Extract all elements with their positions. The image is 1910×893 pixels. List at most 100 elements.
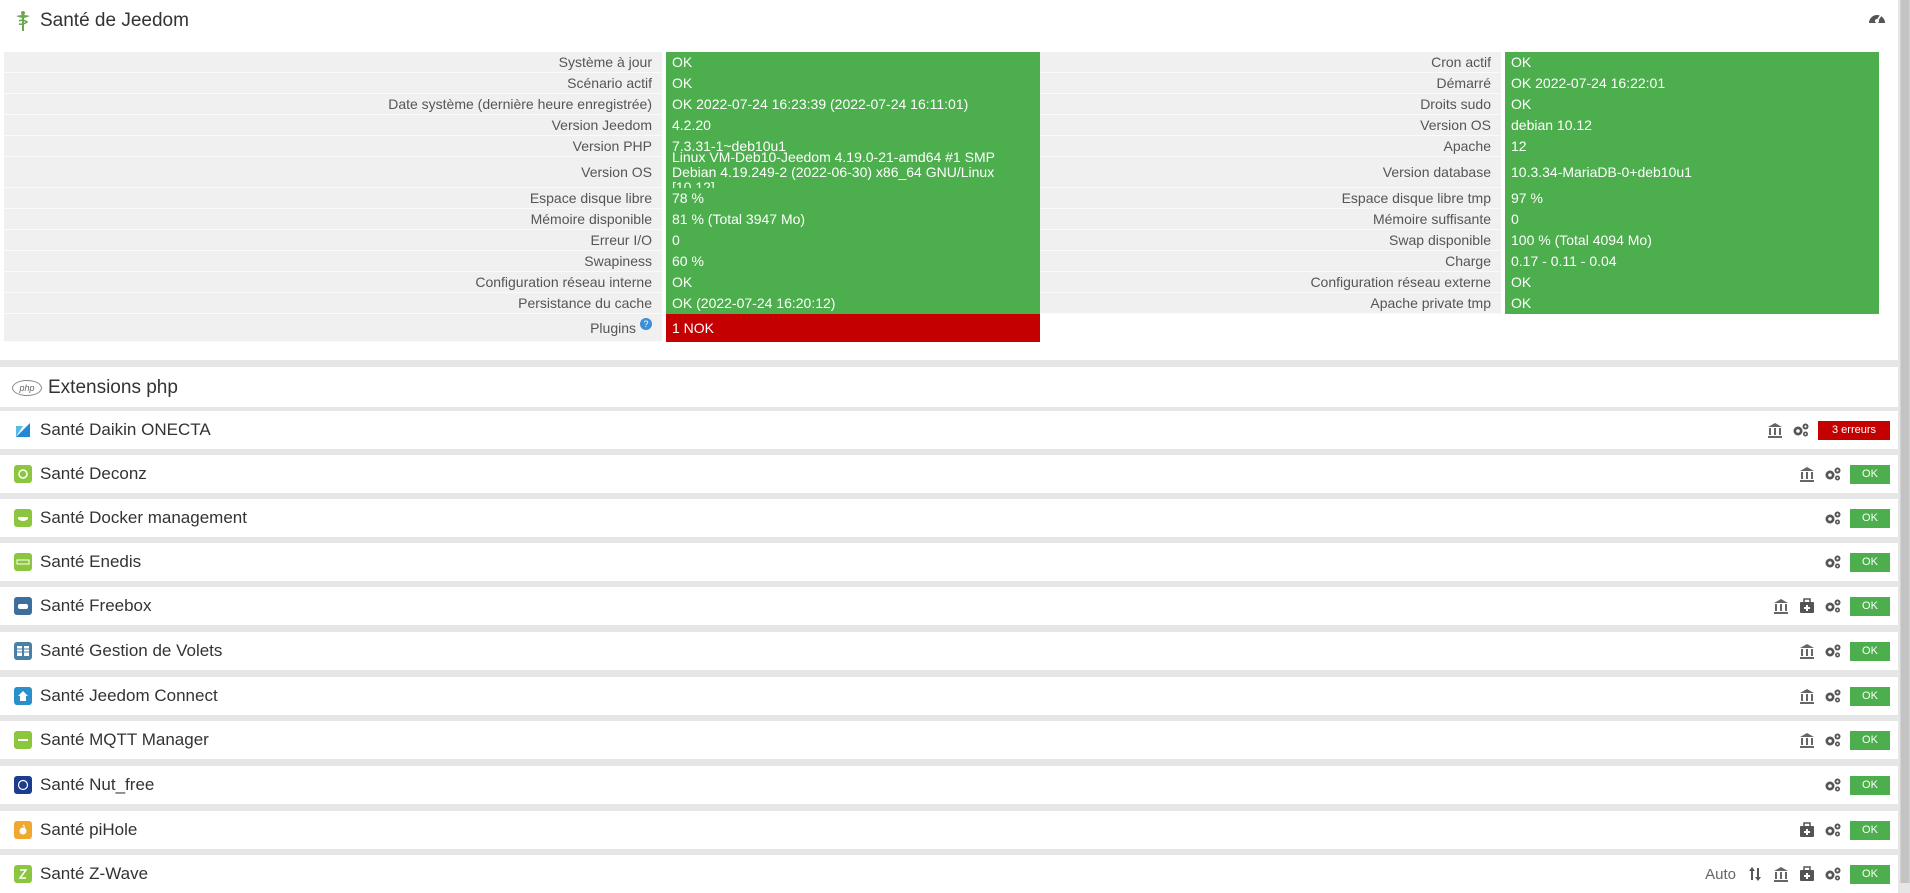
gears-icon[interactable] — [1824, 687, 1842, 705]
status-badge-ok[interactable]: OK — [1850, 508, 1890, 528]
sort-arrows-icon[interactable] — [1746, 865, 1764, 883]
volets-icon — [14, 642, 32, 660]
caduceus-icon — [12, 10, 34, 32]
status-badge-ok[interactable]: OK — [1850, 464, 1890, 484]
medkit-icon[interactable] — [1798, 865, 1816, 883]
health-row: Cron actif OK — [1040, 52, 1879, 73]
health-row: Persistance du cache OK (2022-07-24 16:20… — [4, 293, 1040, 314]
medkit-icon[interactable] — [1798, 821, 1816, 839]
health-value: OK — [666, 272, 1040, 293]
health-label: Persistance du cache — [4, 293, 662, 314]
status-badge-error[interactable]: 3 erreurs — [1818, 420, 1890, 440]
gears-icon[interactable] — [1824, 821, 1842, 839]
bank-icon[interactable] — [1766, 421, 1784, 439]
medkit-icon[interactable] — [1798, 597, 1816, 615]
health-label: Swap disponible — [1040, 230, 1501, 251]
health-value: OK (2022-07-24 16:20:12) — [666, 293, 1040, 314]
gears-icon[interactable] — [1824, 597, 1842, 615]
plugin-name: Santé Freebox — [40, 596, 152, 615]
plugin-row-volets[interactable]: Santé Gestion de Volets OK — [0, 632, 1898, 670]
status-badge-ok[interactable]: OK — [1850, 641, 1890, 661]
health-value: 81 % (Total 3947 Mo) — [666, 209, 1040, 230]
dashboard-gauge-icon[interactable] — [1866, 8, 1888, 28]
enedis-icon — [14, 553, 32, 571]
auto-mode-label[interactable]: Auto — [1705, 866, 1736, 883]
bank-icon[interactable] — [1798, 465, 1816, 483]
plugin-actions: OK — [1798, 632, 1890, 670]
health-panel-title: Santé de Jeedom — [12, 8, 189, 34]
gears-icon[interactable] — [1824, 553, 1842, 571]
plugin-actions: OK — [1824, 766, 1890, 804]
plugin-row-mqtt[interactable]: Santé MQTT Manager OK — [0, 721, 1898, 759]
plugin-row-nut-free[interactable]: Santé Nut_free OK — [0, 766, 1898, 804]
gears-icon[interactable] — [1824, 465, 1842, 483]
health-value-nok[interactable]: 1 NOK — [666, 314, 1040, 342]
status-badge-ok[interactable]: OK — [1850, 820, 1890, 840]
health-label: Mémoire disponible — [4, 209, 662, 230]
health-value: 0 — [1505, 209, 1879, 230]
plugins-label: Plugins — [590, 319, 636, 336]
health-value: 10.3.34-MariaDB-0+deb10u1 — [1505, 157, 1879, 188]
status-badge-ok[interactable]: OK — [1850, 596, 1890, 616]
nut-icon — [14, 776, 32, 794]
vertical-scrollbar[interactable] — [1900, 0, 1910, 883]
health-panel: Santé de Jeedom Système à jour OK Scénari… — [0, 0, 1898, 360]
health-row: Démarré OK 2022-07-24 16:22:01 — [1040, 73, 1879, 94]
gears-icon[interactable] — [1792, 421, 1810, 439]
gears-icon[interactable] — [1824, 731, 1842, 749]
bank-icon[interactable] — [1798, 731, 1816, 749]
gears-icon[interactable] — [1824, 642, 1842, 660]
plugin-actions: OK — [1824, 543, 1890, 581]
gears-icon[interactable] — [1824, 865, 1842, 883]
mqtt-icon — [14, 731, 32, 749]
plugin-row-pihole[interactable]: Santé piHole OK — [0, 811, 1898, 849]
health-row: Version database 10.3.34-MariaDB-0+deb10u… — [1040, 157, 1879, 188]
scrollbar-thumb[interactable] — [1901, 0, 1909, 883]
health-label: Version PHP — [4, 136, 662, 157]
health-label: Apache private tmp — [1040, 293, 1501, 314]
health-value: OK — [1505, 272, 1879, 293]
deconz-icon — [14, 465, 32, 483]
health-value: 97 % — [1505, 188, 1879, 209]
health-row: Erreur I/O 0 — [4, 230, 1040, 251]
health-value: OK — [666, 73, 1040, 94]
health-value: 60 % — [666, 251, 1040, 272]
plugin-name: Santé Enedis — [40, 552, 142, 571]
health-value: 0 — [666, 230, 1040, 251]
bank-icon[interactable] — [1772, 597, 1790, 615]
gears-icon[interactable] — [1824, 776, 1842, 794]
status-badge-ok[interactable]: OK — [1850, 730, 1890, 750]
health-row: Date système (dernière heure enregistrée… — [4, 94, 1040, 115]
health-table-left: Système à jour OK Scénario actif OK Date s… — [4, 52, 1040, 342]
zwave-icon — [14, 865, 32, 883]
plugin-actions: OK — [1824, 499, 1890, 537]
health-label: Configuration réseau externe — [1040, 272, 1501, 293]
status-badge-ok[interactable]: OK — [1850, 775, 1890, 795]
status-badge-ok[interactable]: OK — [1850, 864, 1890, 884]
php-extensions-label: Extensions php — [48, 377, 178, 398]
plugin-row-enedis[interactable]: Santé Enedis OK — [0, 543, 1898, 581]
health-label: Scénario actif — [4, 73, 662, 94]
plugin-row-freebox[interactable]: Santé Freebox OK — [0, 587, 1898, 625]
health-label: Swapiness — [4, 251, 662, 272]
plugin-row-jeedom-connect[interactable]: Santé Jeedom Connect OK — [0, 677, 1898, 715]
health-row: Mémoire suffisante 0 — [1040, 209, 1879, 230]
php-extensions-panel[interactable]: php Extensions php — [0, 367, 1898, 407]
status-badge-ok[interactable]: OK — [1850, 552, 1890, 572]
gears-icon[interactable] — [1824, 509, 1842, 527]
status-badge-ok[interactable]: OK — [1850, 686, 1890, 706]
plugin-row-docker[interactable]: Santé Docker management OK — [0, 499, 1898, 537]
plugin-row-zwave[interactable]: Santé Z-Wave Auto OK — [0, 855, 1898, 893]
os-version-line-1: Linux VM-Deb10-Jeedom 4.19.0-21-amd64 #1… — [672, 148, 995, 165]
plugin-row-daikin[interactable]: Santé Daikin ONECTA 3 erreurs — [0, 411, 1898, 449]
bank-icon[interactable] — [1798, 642, 1816, 660]
bank-icon[interactable] — [1798, 687, 1816, 705]
bank-icon[interactable] — [1772, 865, 1790, 883]
health-label: Date système (dernière heure enregistrée… — [4, 94, 662, 115]
health-row: Swapiness 60 % — [4, 251, 1040, 272]
plugin-name: Santé Deconz — [40, 464, 147, 483]
help-icon[interactable]: ? — [640, 317, 652, 330]
plugin-row-deconz[interactable]: Santé Deconz OK — [0, 455, 1898, 493]
docker-icon — [14, 509, 32, 527]
health-label: Espace disque libre — [4, 188, 662, 209]
